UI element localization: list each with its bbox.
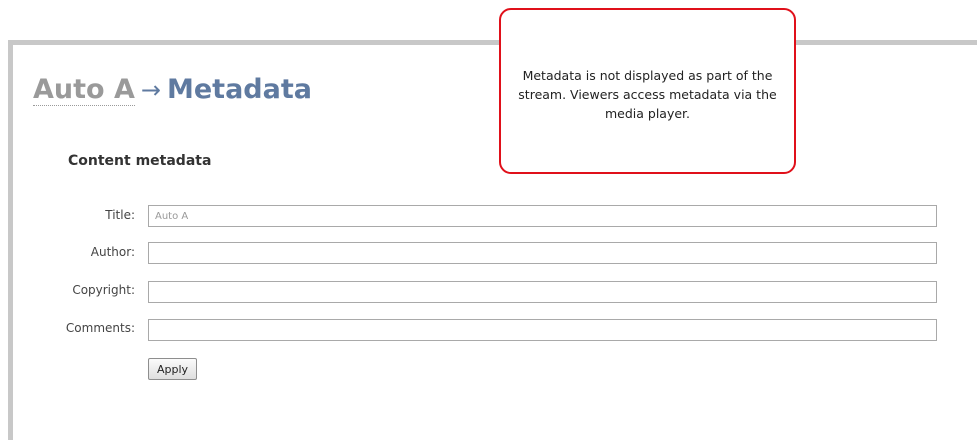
- callout-text: Metadata is not displayed as part of the…: [518, 68, 777, 121]
- copyright-label: Copyright:: [72, 283, 135, 297]
- apply-button[interactable]: Apply: [148, 358, 198, 380]
- title-field[interactable]: [148, 205, 937, 227]
- metadata-callout: Metadata is not displayed as part of the…: [499, 8, 796, 174]
- breadcrumb-parent-link[interactable]: Auto A: [33, 74, 135, 106]
- breadcrumb-separator: →: [140, 76, 161, 104]
- section-title: Content metadata: [68, 153, 212, 169]
- page-title: Auto A → Metadata: [33, 73, 312, 107]
- author-field[interactable]: [148, 242, 937, 264]
- comments-label: Comments:: [65, 321, 135, 335]
- breadcrumb-current: Metadata: [166, 74, 312, 105]
- title-label: Title:: [105, 208, 135, 222]
- copyright-field[interactable]: [148, 281, 937, 303]
- comments-field[interactable]: [148, 319, 937, 341]
- author-label: Author:: [90, 245, 135, 259]
